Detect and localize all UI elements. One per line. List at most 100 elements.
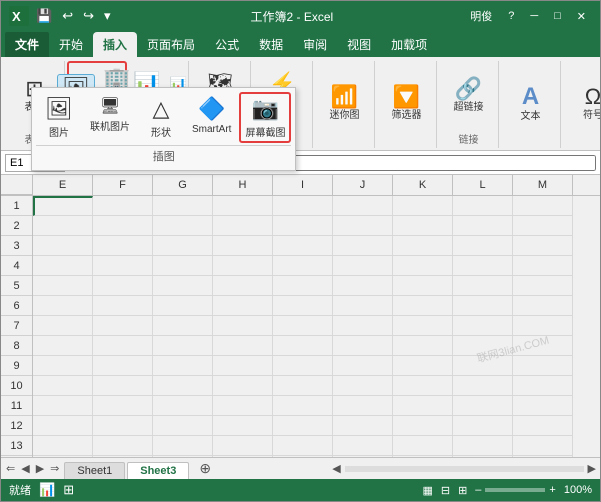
shapes-btn[interactable]: △ 形状: [138, 92, 184, 143]
row-7[interactable]: 7: [1, 316, 32, 336]
row-12[interactable]: 12: [1, 416, 32, 436]
question-btn[interactable]: ?: [502, 8, 520, 24]
cell[interactable]: [513, 336, 573, 356]
cell[interactable]: [213, 396, 273, 416]
cell[interactable]: [93, 416, 153, 436]
cell[interactable]: [273, 296, 333, 316]
cell[interactable]: [33, 416, 93, 436]
cell[interactable]: [333, 416, 393, 436]
cell[interactable]: [93, 256, 153, 276]
col-e[interactable]: E: [33, 175, 93, 195]
col-k[interactable]: K: [393, 175, 453, 195]
cell[interactable]: [93, 356, 153, 376]
cell[interactable]: [513, 316, 573, 336]
cell[interactable]: [333, 396, 393, 416]
cell[interactable]: [153, 336, 213, 356]
cell[interactable]: [273, 376, 333, 396]
tab-data[interactable]: 数据: [249, 32, 293, 57]
row-4[interactable]: 4: [1, 256, 32, 276]
cell[interactable]: [93, 236, 153, 256]
online-picture-btn[interactable]: 🖥 联机图片: [84, 92, 136, 143]
row-5[interactable]: 5: [1, 276, 32, 296]
cell[interactable]: [453, 236, 513, 256]
row-6[interactable]: 6: [1, 296, 32, 316]
cell[interactable]: [213, 416, 273, 436]
cell[interactable]: [393, 296, 453, 316]
cell[interactable]: [453, 296, 513, 316]
cell[interactable]: [513, 416, 573, 436]
cell[interactable]: [93, 316, 153, 336]
cell[interactable]: [333, 196, 393, 216]
row-1[interactable]: 1: [1, 196, 32, 216]
cell[interactable]: [213, 456, 273, 457]
cell[interactable]: [153, 236, 213, 256]
cell[interactable]: [513, 456, 573, 457]
zoom-in-btn[interactable]: +: [549, 484, 555, 496]
cell[interactable]: [153, 196, 213, 216]
cell[interactable]: [273, 276, 333, 296]
cell[interactable]: [453, 316, 513, 336]
cell[interactable]: [393, 336, 453, 356]
row-9[interactable]: 9: [1, 356, 32, 376]
text-btn[interactable]: A 文本: [512, 82, 550, 126]
cell[interactable]: [33, 196, 93, 216]
zoom-out-btn[interactable]: –: [475, 484, 481, 496]
slicer-btn[interactable]: 🔽 筛选器: [387, 83, 427, 125]
redo-quick-btn[interactable]: ↪: [80, 6, 97, 26]
cell[interactable]: [453, 216, 513, 236]
cell[interactable]: [393, 376, 453, 396]
col-f[interactable]: F: [93, 175, 153, 195]
tab-pagelayout[interactable]: 页面布局: [137, 32, 205, 57]
cell[interactable]: [153, 256, 213, 276]
screenshot-btn[interactable]: 📷 屏幕截图: [239, 92, 291, 143]
cell[interactable]: [153, 436, 213, 456]
cell[interactable]: [333, 216, 393, 236]
cell[interactable]: [273, 316, 333, 336]
cell[interactable]: [393, 236, 453, 256]
cell[interactable]: [453, 256, 513, 276]
scroll-right-btn[interactable]: ▶: [588, 462, 596, 475]
cell[interactable]: [33, 396, 93, 416]
sheet-first-btn[interactable]: ⇐: [3, 462, 18, 475]
cell[interactable]: [453, 276, 513, 296]
cell[interactable]: [93, 296, 153, 316]
tab-file[interactable]: 文件: [5, 32, 49, 57]
picture-btn[interactable]: 🖼 图片: [36, 92, 82, 143]
cell[interactable]: [93, 196, 153, 216]
row-11[interactable]: 11: [1, 396, 32, 416]
save-quick-btn[interactable]: 💾: [33, 6, 55, 26]
tab-review[interactable]: 审阅: [293, 32, 337, 57]
cell[interactable]: [273, 236, 333, 256]
cell[interactable]: [33, 436, 93, 456]
cell[interactable]: [453, 436, 513, 456]
cell[interactable]: [213, 296, 273, 316]
sheet-tab-sheet1[interactable]: Sheet1: [64, 462, 125, 479]
cell[interactable]: [453, 376, 513, 396]
undo-quick-btn[interactable]: ↩: [59, 6, 76, 26]
cell[interactable]: [393, 416, 453, 436]
cell[interactable]: [153, 276, 213, 296]
cell[interactable]: [393, 316, 453, 336]
cell[interactable]: [33, 356, 93, 376]
cell[interactable]: [153, 356, 213, 376]
cell[interactable]: [513, 196, 573, 216]
cell[interactable]: [453, 456, 513, 457]
cell[interactable]: [93, 376, 153, 396]
cell[interactable]: [153, 216, 213, 236]
sheet-last-btn[interactable]: ⇒: [47, 462, 62, 475]
cell[interactable]: [513, 376, 573, 396]
row-13[interactable]: 13: [1, 436, 32, 456]
cell[interactable]: [333, 376, 393, 396]
cell[interactable]: [93, 216, 153, 236]
cell[interactable]: [393, 356, 453, 376]
cell[interactable]: [213, 236, 273, 256]
layout-layout-btn[interactable]: ⊟: [441, 484, 450, 497]
cell[interactable]: [513, 256, 573, 276]
cell[interactable]: [213, 336, 273, 356]
cell[interactable]: [33, 376, 93, 396]
col-g[interactable]: G: [153, 175, 213, 195]
cell[interactable]: [333, 336, 393, 356]
close-btn[interactable]: ✕: [571, 8, 592, 25]
cell[interactable]: [213, 276, 273, 296]
cell[interactable]: [273, 256, 333, 276]
